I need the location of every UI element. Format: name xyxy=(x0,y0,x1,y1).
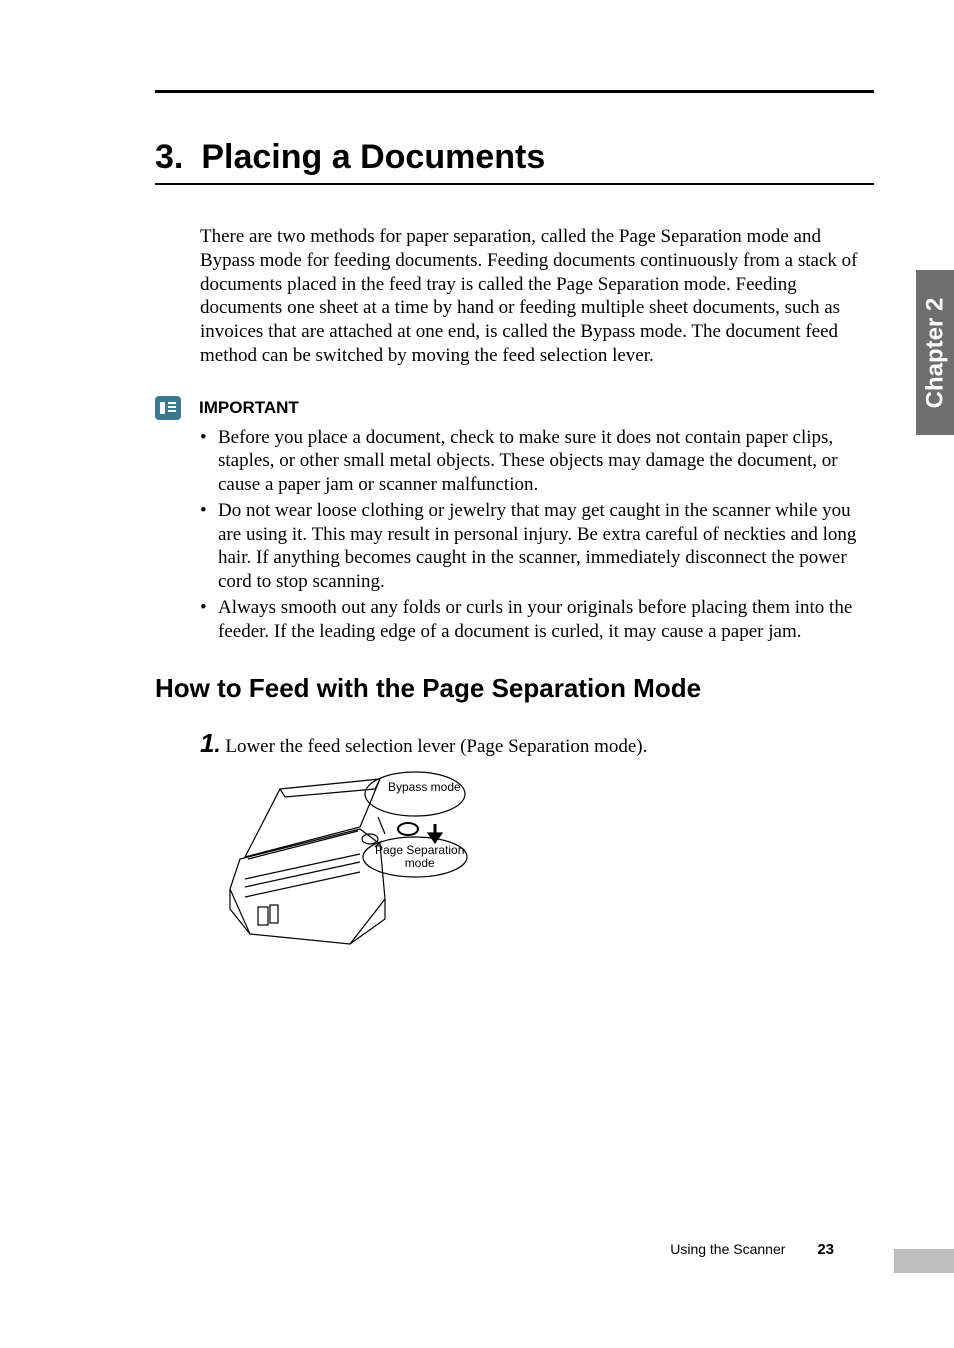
important-list: Before you place a document, check to ma… xyxy=(200,426,874,644)
scanner-illustration xyxy=(210,769,530,969)
important-item: Do not wear loose clothing or jewelry th… xyxy=(218,499,874,594)
step-number: 1 xyxy=(200,728,214,758)
section-heading: 3. Placing a Documents xyxy=(155,138,874,185)
top-rule xyxy=(155,90,874,93)
important-icon xyxy=(155,396,181,420)
step-text: Lower the feed selection lever (Page Sep… xyxy=(221,736,648,757)
footer-section: Using the Scanner xyxy=(670,1241,785,1257)
footer-page-number: 23 xyxy=(817,1241,834,1258)
callout-page-sep-line1: Page Separation xyxy=(375,843,464,857)
subheading: How to Feed with the Page Separation Mod… xyxy=(155,673,874,704)
callout-bypass: Bypass mode xyxy=(388,781,461,794)
callout-page-sep-line2: mode xyxy=(405,856,435,870)
section-title: Placing a Documents xyxy=(201,138,545,177)
important-item: Always smooth out any folds or curls in … xyxy=(218,596,874,644)
important-item: Before you place a document, check to ma… xyxy=(218,426,874,497)
section-number: 3. xyxy=(155,138,183,177)
callout-page-separation: Page Separation mode xyxy=(375,844,464,870)
figure-scanner: Bypass mode Page Separation mode xyxy=(210,769,570,969)
page-footer: Using the Scanner 23 xyxy=(670,1241,834,1258)
step-1: 1. Lower the feed selection lever (Page … xyxy=(200,728,874,759)
important-label: IMPORTANT xyxy=(199,398,299,418)
important-heading-row: IMPORTANT xyxy=(155,396,874,420)
important-block: IMPORTANT Before you place a document, c… xyxy=(200,396,874,644)
page-content: 3. Placing a Documents There are two met… xyxy=(0,0,954,1348)
intro-paragraph: There are two methods for paper separati… xyxy=(200,225,874,368)
